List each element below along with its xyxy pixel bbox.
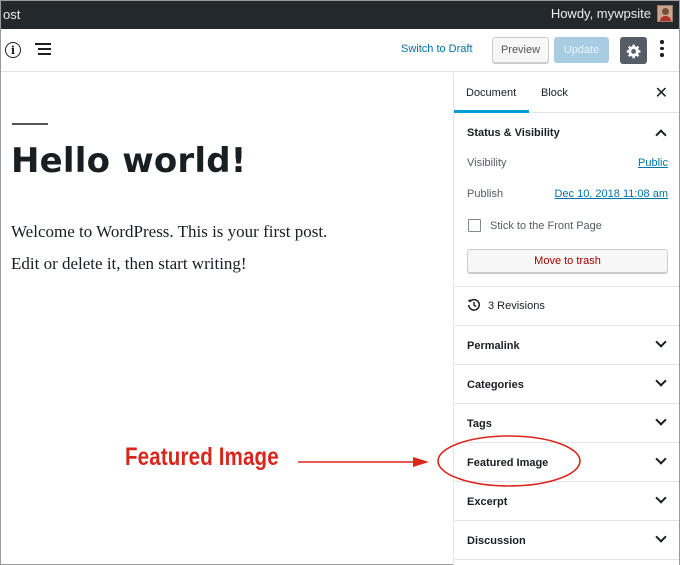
revisions-row[interactable]: 3 Revisions (454, 287, 679, 326)
visibility-link[interactable]: Public (638, 157, 668, 169)
chevron-down-icon[interactable] (655, 492, 667, 504)
stick-to-front-label[interactable]: Stick to the Front Page (490, 220, 602, 232)
close-icon[interactable]: ✕ (655, 83, 668, 103)
publish-date-link[interactable]: Dec 10, 2018 11:08 am (554, 188, 668, 200)
revisions-label[interactable]: 3 Revisions (488, 300, 545, 312)
preview-button[interactable]: Preview (492, 37, 549, 63)
panel-categories[interactable]: Categories (454, 365, 679, 404)
panel-title[interactable]: Featured Image (467, 457, 548, 469)
switch-to-draft-button[interactable]: Switch to Draft (401, 43, 473, 55)
more-options-icon[interactable] (660, 40, 664, 60)
panel-title[interactable]: Discussion (467, 535, 526, 547)
status-visibility-panel: Status & Visibility Visibility Public Pu… (454, 113, 679, 287)
admin-bar-greeting[interactable]: Howdy, mywpsite (551, 6, 651, 21)
panel-title[interactable]: Excerpt (467, 496, 507, 508)
panel-permalink[interactable]: Permalink (454, 326, 679, 365)
avatar[interactable] (657, 5, 673, 22)
tab-document[interactable]: Document (466, 87, 516, 99)
annotation-label: Featured Image (125, 443, 279, 471)
history-icon (467, 298, 480, 311)
tab-block[interactable]: Block (541, 87, 568, 99)
sidebar-tabs: Document Block ✕ (454, 73, 679, 113)
panel-discussion[interactable]: Discussion (454, 521, 679, 560)
panel-featured-image[interactable]: Featured Image (454, 443, 679, 482)
gear-icon (626, 44, 640, 58)
panel-title[interactable]: Permalink (467, 340, 520, 352)
admin-bar-site-fragment[interactable]: ost (3, 7, 20, 22)
panel-title[interactable]: Tags (467, 418, 492, 430)
paragraph-block[interactable]: Edit or delete it, then start writing! (11, 254, 247, 274)
stick-to-front-checkbox[interactable] (468, 219, 481, 232)
post-title[interactable]: Hello world! (11, 141, 246, 181)
update-button[interactable]: Update (554, 37, 609, 63)
info-icon[interactable]: i (5, 42, 21, 58)
chevron-down-icon[interactable] (655, 531, 667, 543)
editor-content: Hello world! Welcome to WordPress. This … (1, 73, 453, 565)
panel-tags[interactable]: Tags (454, 404, 679, 443)
editor-header: i Switch to Draft Preview Update (1, 29, 679, 72)
chevron-up-icon[interactable] (655, 129, 667, 141)
block-navigation-icon[interactable] (35, 43, 51, 57)
publish-label: Publish (467, 188, 504, 200)
settings-button[interactable] (620, 37, 647, 64)
chevron-down-icon[interactable] (655, 336, 667, 348)
admin-bar-account[interactable]: Howdy, mywpsite (551, 5, 673, 22)
paragraph-block[interactable]: Welcome to WordPress. This is your first… (11, 222, 327, 242)
move-to-trash-button[interactable]: Move to trash (467, 249, 668, 273)
status-visibility-toggle[interactable]: Status & Visibility (467, 127, 560, 139)
chevron-down-icon[interactable] (655, 453, 667, 465)
settings-sidebar: Document Block ✕ Status & Visibility Vis… (453, 73, 679, 565)
panel-title[interactable]: Categories (467, 379, 524, 391)
chevron-down-icon[interactable] (655, 375, 667, 387)
separator-block[interactable] (12, 123, 48, 125)
panel-excerpt[interactable]: Excerpt (454, 482, 679, 521)
admin-bar: ost Howdy, mywpsite (1, 1, 679, 29)
visibility-label: Visibility (467, 157, 507, 169)
chevron-down-icon[interactable] (655, 414, 667, 426)
